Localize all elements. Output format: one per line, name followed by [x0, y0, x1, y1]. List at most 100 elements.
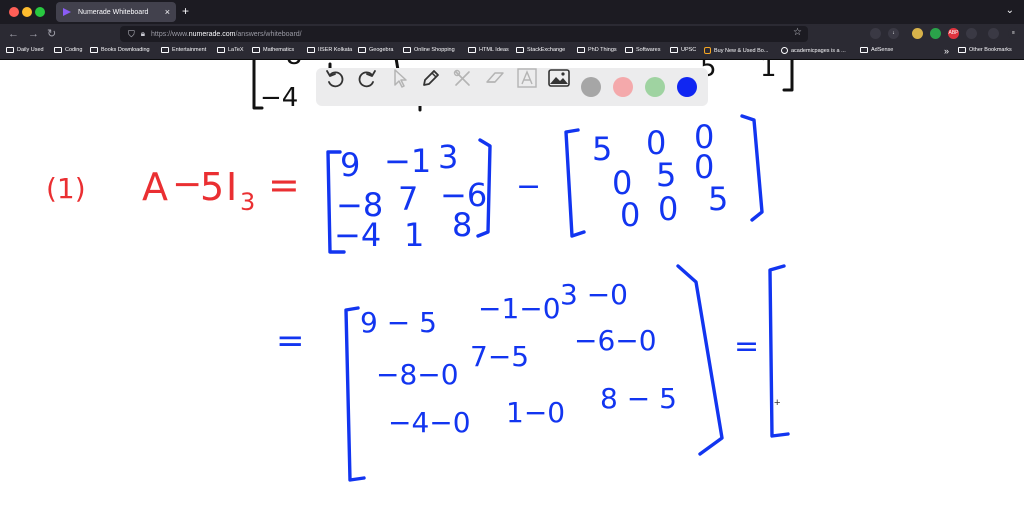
redo-icon[interactable]: [356, 68, 378, 88]
window-minimize-button[interactable]: [22, 7, 32, 17]
matrix-cell: −8−0: [376, 358, 459, 391]
tab-list-chevron-icon[interactable]: ⌄: [1006, 5, 1014, 16]
bookmark-label: Mathematics: [263, 47, 295, 53]
other-bookmarks-label: Other Bookmarks: [969, 47, 1012, 53]
bookmark-item[interactable]: Books Downloading: [90, 47, 150, 53]
matrix-cell: 7: [398, 180, 418, 218]
window-close-button[interactable]: [9, 7, 19, 17]
folder-icon: [217, 47, 225, 53]
tools-icon[interactable]: [452, 68, 474, 88]
matrix-cell: 1: [404, 216, 424, 254]
bookmark-item[interactable]: UPSC: [670, 47, 696, 53]
matrix-cell: −6−0: [574, 324, 657, 357]
bookmark-star-icon[interactable]: ☆: [793, 27, 802, 38]
matrix-a-cells: 9 −1 3−8 7 −6−4 1 8: [334, 138, 487, 254]
handwriting-layer: −8 −4 5 1 (1) A − 5 I 3 =: [46, 60, 794, 482]
bookmark-item[interactable]: Online Shopping: [403, 47, 455, 53]
bookmark-label: Geogebra: [369, 47, 394, 53]
bookmark-item[interactable]: Mathematics: [252, 47, 294, 53]
tracking-shield-icon[interactable]: ⛉: [128, 29, 135, 40]
folder-icon: [516, 47, 524, 53]
new-tab-button[interactable]: +: [182, 4, 189, 18]
bookmark-item[interactable]: Buy New & Used Bo...: [704, 47, 768, 54]
ext-yellow-icon[interactable]: [912, 28, 923, 39]
folder-icon: [252, 47, 260, 53]
tab-numerade-whiteboard[interactable]: Numerade Whiteboard ×: [56, 2, 176, 22]
color-blue-swatch[interactable]: [677, 77, 697, 97]
color-pink-swatch[interactable]: [613, 77, 633, 97]
bookmark-item[interactable]: HTML Ideas: [468, 47, 509, 53]
bookmark-item[interactable]: Coding: [54, 47, 82, 53]
url-text[interactable]: https://www.numerade.com/answers/whitebo…: [151, 31, 302, 38]
bookmarks-overflow-icon[interactable]: »: [944, 46, 949, 56]
bookmark-item[interactable]: PhD Things: [577, 47, 617, 53]
matrix-difference-cells: 9 − 5 −1−0 3 −0 −8−0 7−5 −6−0 −4−0 1−0 8 − 5: [360, 278, 677, 439]
bookmark-item[interactable]: Geogebra: [358, 47, 393, 53]
pen-icon[interactable]: [420, 68, 442, 88]
symbol-i: I: [226, 165, 237, 209]
bookmark-item[interactable]: LaTeX: [217, 47, 244, 53]
back-button[interactable]: ←: [8, 27, 19, 41]
bookmark-label: Coding: [65, 47, 83, 53]
folder-icon: [90, 47, 98, 53]
bracket-right: [676, 264, 724, 456]
ext-green-icon[interactable]: [930, 28, 941, 39]
ext-pen-icon[interactable]: [988, 28, 999, 39]
eraser-icon[interactable]: [484, 68, 506, 88]
bookmark-label: AdSense: [871, 47, 894, 53]
matrix-cell: 9: [340, 146, 360, 184]
url-prefix: https://www.: [151, 30, 189, 38]
forward-button[interactable]: →: [28, 27, 39, 41]
window-maximize-button[interactable]: [35, 7, 45, 17]
matrix-cell: −4−0: [388, 406, 471, 439]
folder-icon: [161, 47, 169, 53]
pocket-icon[interactable]: [870, 28, 881, 39]
tab-close-icon[interactable]: ×: [165, 7, 170, 17]
matrix-cell: 9 − 5: [360, 306, 437, 339]
crosshair-cursor-icon: +: [774, 397, 781, 409]
lhs-expression: A − 5 I 3 =: [142, 163, 300, 216]
matrix-cell: 3: [438, 138, 458, 176]
matrix-cell: −1−0: [478, 292, 561, 325]
bookmark-item[interactable]: academicpages is a ...: [781, 47, 846, 54]
bookmark-item[interactable]: IISER Kolkata: [307, 47, 352, 53]
numerade-logo-icon: [63, 8, 71, 16]
symbol-minus: −: [516, 169, 541, 204]
matrix-difference: 9 − 5 −1−0 3 −0 −8−0 7−5 −6−0 −4−0 1−0 8 − 5: [344, 264, 724, 482]
bookmark-item[interactable]: Entertainment: [161, 47, 206, 53]
bookmark-label: Entertainment: [172, 47, 207, 53]
symbol-equals: =: [268, 163, 300, 207]
color-gray-swatch[interactable]: [581, 77, 601, 97]
image-icon[interactable]: [548, 68, 570, 88]
bookmark-label: HTML Ideas: [479, 47, 509, 53]
bookmark-label: Daily Used: [17, 47, 44, 53]
ext-abp-icon[interactable]: ABP: [948, 28, 959, 39]
folder-icon: [468, 47, 476, 53]
ext-shield-icon[interactable]: [966, 28, 977, 39]
download-icon[interactable]: ↓: [888, 28, 899, 39]
whiteboard-canvas[interactable]: −8 −4 5 1 (1) A − 5 I 3 =: [0, 60, 1024, 520]
bookmark-item[interactable]: StackExchange: [516, 47, 565, 53]
address-bar[interactable]: ⛉ 🔒︎ https://www.numerade.com/answers/wh…: [120, 26, 808, 42]
text-icon[interactable]: [516, 68, 538, 88]
lock-icon[interactable]: 🔒︎: [141, 29, 145, 39]
bookmark-favicon-icon: [704, 47, 711, 54]
bookmark-item[interactable]: Daily Used: [6, 47, 44, 53]
folder-icon: [958, 47, 966, 53]
undo-icon[interactable]: [324, 68, 346, 88]
folder-icon: [860, 47, 868, 53]
other-bookmarks-folder[interactable]: Other Bookmarks: [958, 47, 1012, 53]
matrix-cell: 1−0: [506, 396, 565, 429]
reload-button[interactable]: ↻: [47, 27, 56, 41]
matrix-cell: 7−5: [470, 340, 529, 373]
matrix-5i: 5 0 00 5 00 0 5: [564, 114, 764, 238]
matrix-a: 9 −1 3−8 7 −6−4 1 8: [326, 138, 492, 254]
prev-entry: −4: [260, 83, 298, 113]
bookmark-item[interactable]: Softwares: [625, 47, 660, 53]
bookmark-item[interactable]: AdSense: [860, 47, 893, 53]
menu-icon[interactable]: ≡: [1008, 28, 1019, 39]
color-green-swatch[interactable]: [645, 77, 665, 97]
prev-entry: 1: [760, 60, 777, 83]
pointer-icon[interactable]: [388, 68, 410, 88]
symbol-five: 5: [200, 165, 224, 209]
